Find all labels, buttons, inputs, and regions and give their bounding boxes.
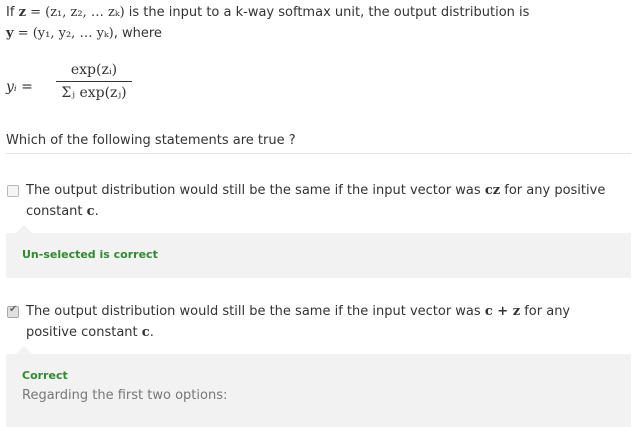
- option-2-feedback-body: Regarding the first two options:: [22, 388, 228, 403]
- option-1-math: cz: [484, 183, 501, 198]
- formula-fraction: exp(zᵢ) Σⱼ exp(zⱼ): [54, 62, 134, 101]
- option-1-feedback: Un-selected is correct: [6, 225, 631, 278]
- option-2-line2-math: c: [141, 325, 150, 340]
- question-mid: is the input to a k-way softmax unit, th…: [128, 5, 530, 20]
- option-1-checkbox[interactable]: [7, 185, 19, 197]
- divider: [6, 153, 631, 154]
- option-1-text-after: for any positive: [504, 183, 606, 198]
- question-prompt: Which of the following statements are tr…: [6, 133, 296, 148]
- formula-numerator: exp(zᵢ): [70, 62, 118, 78]
- option-2-feedback: Correct Regarding the first two options:: [6, 346, 631, 427]
- feedback-arrow: [16, 346, 32, 354]
- option-1[interactable]: The output distribution would still be t…: [6, 180, 626, 224]
- option-1-feedback-title: Un-selected is correct: [22, 248, 158, 261]
- z-definition: = (z₁, z₂, … zₖ): [30, 5, 125, 20]
- question-line-2: y = (y₁, y₂, … yₖ), where: [6, 23, 631, 44]
- formula-denominator: Σⱼ exp(zⱼ): [61, 85, 127, 101]
- question-text: If z = (z₁, z₂, … zₖ) is the input to a …: [6, 2, 631, 44]
- option-2-checkbox[interactable]: ✔: [7, 304, 19, 318]
- option-1-text: The output distribution would still be t…: [26, 180, 616, 222]
- question-intro: If: [6, 5, 15, 20]
- option-2-text-after: for any: [524, 304, 571, 319]
- option-2-math: c + z: [484, 304, 521, 319]
- option-1-line2-before: constant: [26, 204, 83, 219]
- option-2-feedback-title: Correct: [22, 369, 68, 382]
- checkmark-icon: ✔: [9, 304, 18, 315]
- option-2-text: The output distribution would still be t…: [26, 301, 616, 343]
- y-definition: = (y₁, y₂, … yₖ): [17, 26, 114, 41]
- option-2[interactable]: ✔ The output distribution would still be…: [6, 301, 626, 345]
- formula-lhs: yᵢ =: [6, 79, 33, 95]
- softmax-formula: yᵢ = exp(zᵢ) Σⱼ exp(zⱼ): [6, 58, 306, 118]
- feedback-arrow: [16, 225, 32, 233]
- option-1-text-before: The output distribution would still be t…: [26, 183, 481, 198]
- question-line-1: If z = (z₁, z₂, … zₖ) is the input to a …: [6, 2, 631, 23]
- option-2-line2-before: positive constant: [26, 325, 138, 340]
- y-symbol: y: [6, 26, 14, 41]
- option-2-line2-after: .: [149, 325, 154, 340]
- option-1-line2-math: c: [86, 204, 95, 219]
- z-symbol: z: [18, 5, 26, 20]
- option-2-text-before: The output distribution would still be t…: [26, 304, 481, 319]
- question-where: , where: [113, 26, 162, 41]
- option-1-line2-after: .: [94, 204, 99, 219]
